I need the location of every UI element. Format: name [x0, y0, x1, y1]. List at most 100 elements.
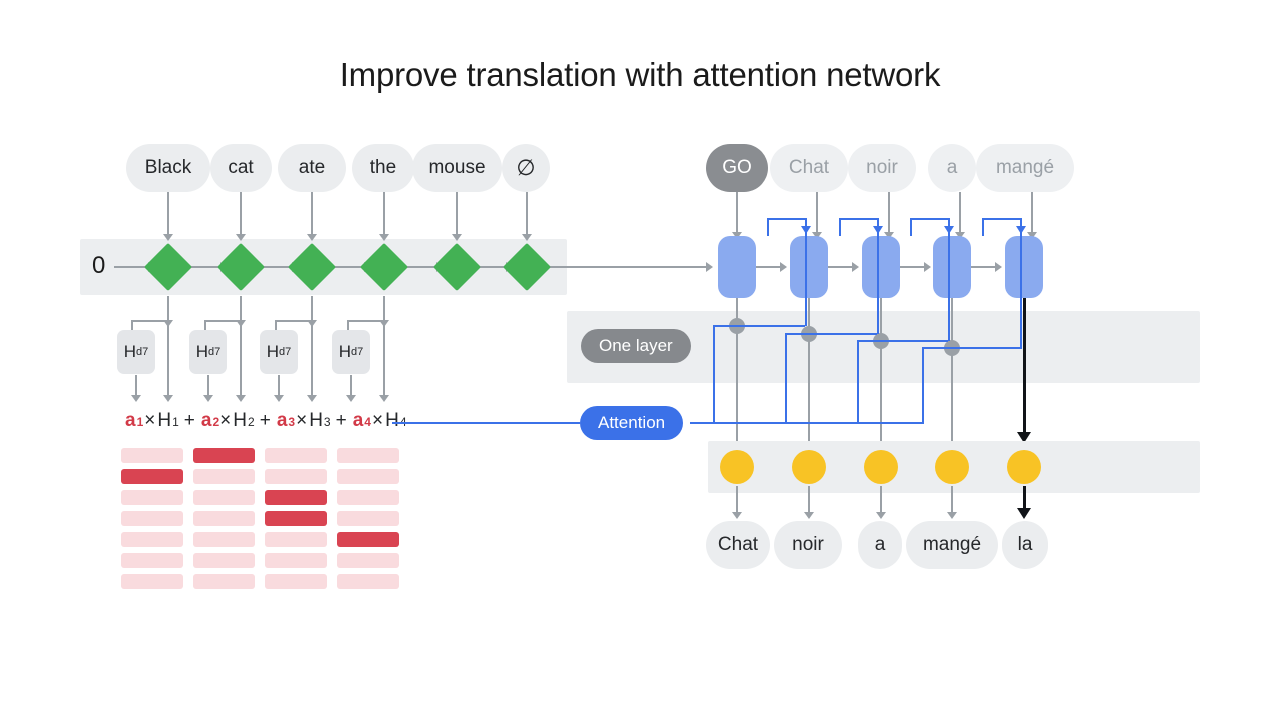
encoder-token-label: Black: [144, 157, 192, 178]
output-token-arrow: [947, 512, 957, 519]
decoder-feed-wire: [959, 192, 961, 234]
encoder-passthrough-wire: [383, 322, 385, 397]
formula-to-attention-wire: [392, 422, 580, 424]
attention-branch-wire: [839, 218, 841, 236]
heatmap-cell: [265, 490, 327, 505]
decoder-input-token-1[interactable]: Chat: [770, 144, 848, 192]
output-token-arrow: [732, 512, 742, 519]
decoder-input-token-3[interactable]: a: [928, 144, 976, 192]
encoder-feed-arrow: [452, 234, 462, 241]
attention-branch-wire: [785, 333, 787, 423]
formula-coef-1: a: [125, 410, 136, 431]
decoder-feed-wire: [888, 192, 890, 234]
attention-branch-wire: [809, 333, 877, 335]
output-node-4[interactable]: [1007, 450, 1041, 484]
heatmap-cell: [193, 469, 255, 484]
encoder-hidden-box-2[interactable]: Hd7: [260, 330, 298, 374]
formula-coef-2: a: [200, 410, 212, 431]
output-node-3[interactable]: [935, 450, 969, 484]
formula-h-2: H: [233, 410, 248, 431]
attention-branch-wire: [948, 218, 950, 341]
encoder-feed-wire: [240, 192, 242, 236]
heatmap-cell: [121, 490, 183, 505]
formula-h-3: H: [309, 410, 323, 431]
decoder-recurrent-arrow: [780, 262, 787, 272]
encoder-hidden-box-1[interactable]: Hd7: [189, 330, 227, 374]
decoder-cell-4[interactable]: [1005, 236, 1043, 298]
heatmap-cell: [337, 448, 399, 463]
encoder-token-label: mouse: [428, 157, 486, 178]
attention-branch-wire: [839, 218, 877, 220]
encoder-to-decoder-wire: [544, 266, 708, 268]
decoder-input-label: mangé: [995, 157, 1055, 178]
output-token-4[interactable]: la: [1002, 521, 1048, 569]
decoder-output-wire: [951, 298, 953, 452]
heatmap-cell: [265, 469, 327, 484]
heatmap-cell: [337, 490, 399, 505]
decoder-output-wire: [808, 298, 810, 452]
formula-times-1: ×: [144, 410, 156, 431]
decoder-cell-2[interactable]: [862, 236, 900, 298]
decoder-cell-1[interactable]: [790, 236, 828, 298]
encoder-to-decoder-arrow: [706, 262, 713, 272]
highlight-output-wire: [1023, 298, 1026, 434]
decoder-cell-0[interactable]: [718, 236, 756, 298]
highlight-token-arrow: [1017, 508, 1031, 519]
formula-h-sub-3: 3: [323, 415, 331, 429]
heatmap-cell: [265, 532, 327, 547]
formula-coef-sub-3: 3: [288, 415, 296, 429]
decoder-input-label: a: [946, 157, 958, 178]
output-token-2[interactable]: a: [858, 521, 902, 569]
heatmap-cell: [193, 574, 255, 589]
attention-branch-wire: [767, 218, 805, 220]
output-token-arrow: [876, 512, 886, 519]
attention-branch-wire: [1020, 218, 1022, 349]
formula-coef-4: a: [352, 410, 364, 431]
output-token-wire: [808, 486, 810, 514]
decoder-recurrent-arrow: [995, 262, 1002, 272]
decoder-recurrent-wire: [900, 266, 926, 268]
formula-plus-1: +: [183, 410, 195, 431]
hidden-box-symbol: H: [123, 342, 137, 361]
encoder-hidden-box-3[interactable]: Hd7: [332, 330, 370, 374]
hidden-to-formula-arrow: [131, 395, 141, 402]
encoder-token-1[interactable]: cat: [210, 144, 272, 192]
attention-inject-arrow: [801, 226, 811, 234]
encoder-token-2[interactable]: ate: [278, 144, 346, 192]
encoder-feed-arrow: [307, 234, 317, 241]
output-token-1[interactable]: noir: [774, 521, 842, 569]
encoder-hidden-box-0[interactable]: Hd7: [117, 330, 155, 374]
decoder-input-token-0[interactable]: GO: [706, 144, 768, 192]
hidden-to-formula-arrow: [346, 395, 356, 402]
heatmap-cell: [193, 448, 255, 463]
output-token-label: Chat: [717, 534, 759, 555]
encoder-hidden-wire: [240, 296, 242, 322]
heatmap-cell: [193, 490, 255, 505]
decoder-cell-3[interactable]: [933, 236, 971, 298]
attention-branch-wire: [922, 347, 952, 349]
decoder-input-token-2[interactable]: noir: [848, 144, 916, 192]
hidden-to-formula-arrow: [203, 395, 213, 402]
formula-times-3: ×: [296, 410, 308, 431]
hidden-to-formula-wire: [350, 375, 352, 397]
hidden-to-formula-arrow: [274, 395, 284, 402]
output-node-2[interactable]: [864, 450, 898, 484]
encoder-token-0[interactable]: Black: [126, 144, 210, 192]
hidden-box-symbol: H: [338, 342, 352, 361]
encoder-token-4[interactable]: mouse: [412, 144, 502, 192]
encoder-passthrough-arrow: [163, 395, 173, 402]
encoder-feed-wire: [526, 192, 528, 236]
decoder-input-token-4[interactable]: mangé: [976, 144, 1074, 192]
hidden-box-symbol: H: [266, 342, 280, 361]
output-node-0[interactable]: [720, 450, 754, 484]
encoder-token-3[interactable]: the: [352, 144, 414, 192]
attention-label[interactable]: Attention: [580, 406, 684, 440]
output-token-3[interactable]: mangé: [906, 521, 998, 569]
formula-plus-2: +: [259, 410, 271, 431]
encoder-token-5-null[interactable]: ∅: [502, 144, 550, 192]
formula-coef-sub-1: 1: [136, 415, 144, 429]
decoder-output-wire: [880, 298, 882, 452]
output-token-0[interactable]: Chat: [706, 521, 770, 569]
output-node-1[interactable]: [792, 450, 826, 484]
decoder-recurrent-arrow: [852, 262, 859, 272]
